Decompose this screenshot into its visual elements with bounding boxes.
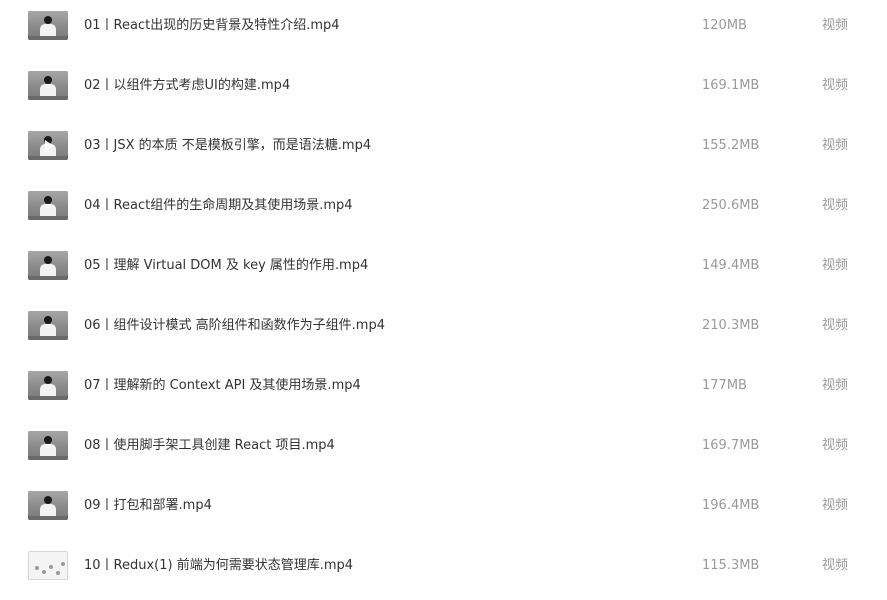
video-thumbnail[interactable] [28, 131, 68, 160]
video-thumbnail[interactable] [28, 551, 68, 580]
file-type: 视频 [822, 198, 849, 213]
file-row[interactable]: 08丨使用脚手架工具创建 React 项目.mp4 169.7MB 视频 [0, 420, 887, 480]
file-size: 169.1MB [702, 78, 760, 93]
file-name[interactable]: 07丨理解新的 Context API 及其使用场景.mp4 [84, 377, 361, 395]
play-icon[interactable] [45, 140, 54, 152]
file-name[interactable]: 02丨以组件方式考虑UI的构建.mp4 [84, 77, 290, 95]
file-row[interactable]: 04丨React组件的生命周期及其使用场景.mp4 250.6MB 视频 [0, 180, 887, 240]
file-type: 视频 [822, 378, 849, 393]
file-type: 视频 [822, 138, 849, 153]
video-thumbnail[interactable] [28, 11, 68, 40]
file-row[interactable]: 10丨Redux(1) 前端为何需要状态管理库.mp4 115.3MB 视频 [0, 540, 887, 600]
video-thumbnail[interactable] [28, 311, 68, 340]
file-size: 169.7MB [702, 438, 760, 453]
video-thumbnail[interactable] [28, 491, 68, 520]
file-list: 01丨React出现的历史背景及特性介绍.mp4 120MB 视频 02丨以组件… [0, 0, 887, 594]
file-size: 149.4MB [702, 258, 760, 273]
file-name[interactable]: 01丨React出现的历史背景及特性介绍.mp4 [84, 17, 340, 35]
file-type: 视频 [822, 258, 849, 273]
file-row[interactable]: 05丨理解 Virtual DOM 及 key 属性的作用.mp4 149.4M… [0, 240, 887, 300]
file-name[interactable]: 03丨JSX 的本质 不是模板引擎，而是语法糖.mp4 [84, 137, 371, 155]
video-thumbnail[interactable] [28, 71, 68, 100]
file-row[interactable]: 07丨理解新的 Context API 及其使用场景.mp4 177MB 视频 [0, 360, 887, 420]
file-name[interactable]: 05丨理解 Virtual DOM 及 key 属性的作用.mp4 [84, 257, 368, 275]
file-name[interactable]: 08丨使用脚手架工具创建 React 项目.mp4 [84, 437, 335, 455]
file-row[interactable]: 01丨React出现的历史背景及特性介绍.mp4 120MB 视频 [0, 0, 887, 60]
video-thumbnail[interactable] [28, 191, 68, 220]
file-type: 视频 [822, 558, 849, 573]
file-size: 196.4MB [702, 498, 760, 513]
file-size: 115.3MB [702, 558, 760, 573]
file-name[interactable]: 10丨Redux(1) 前端为何需要状态管理库.mp4 [84, 557, 353, 575]
file-type: 视频 [822, 318, 849, 333]
file-row[interactable]: 09丨打包和部署.mp4 196.4MB 视频 [0, 480, 887, 540]
file-type: 视频 [822, 78, 849, 93]
video-thumbnail[interactable] [28, 431, 68, 460]
file-type: 视频 [822, 498, 849, 513]
file-size: 250.6MB [702, 198, 760, 213]
file-row[interactable]: 06丨组件设计模式 高阶组件和函数作为子组件.mp4 210.3MB 视频 [0, 300, 887, 360]
file-size: 210.3MB [702, 318, 760, 333]
file-type: 视频 [822, 18, 849, 33]
file-type: 视频 [822, 438, 849, 453]
file-name[interactable]: 06丨组件设计模式 高阶组件和函数作为子组件.mp4 [84, 317, 385, 335]
file-name[interactable]: 09丨打包和部署.mp4 [84, 497, 212, 515]
file-size: 120MB [702, 18, 747, 33]
file-row[interactable]: 02丨以组件方式考虑UI的构建.mp4 169.1MB 视频 [0, 60, 887, 120]
file-size: 177MB [702, 378, 747, 393]
video-thumbnail[interactable] [28, 371, 68, 400]
file-row[interactable]: 03丨JSX 的本质 不是模板引擎，而是语法糖.mp4 155.2MB 视频 [0, 120, 887, 180]
file-name[interactable]: 04丨React组件的生命周期及其使用场景.mp4 [84, 197, 353, 215]
video-thumbnail[interactable] [28, 251, 68, 280]
file-size: 155.2MB [702, 138, 760, 153]
